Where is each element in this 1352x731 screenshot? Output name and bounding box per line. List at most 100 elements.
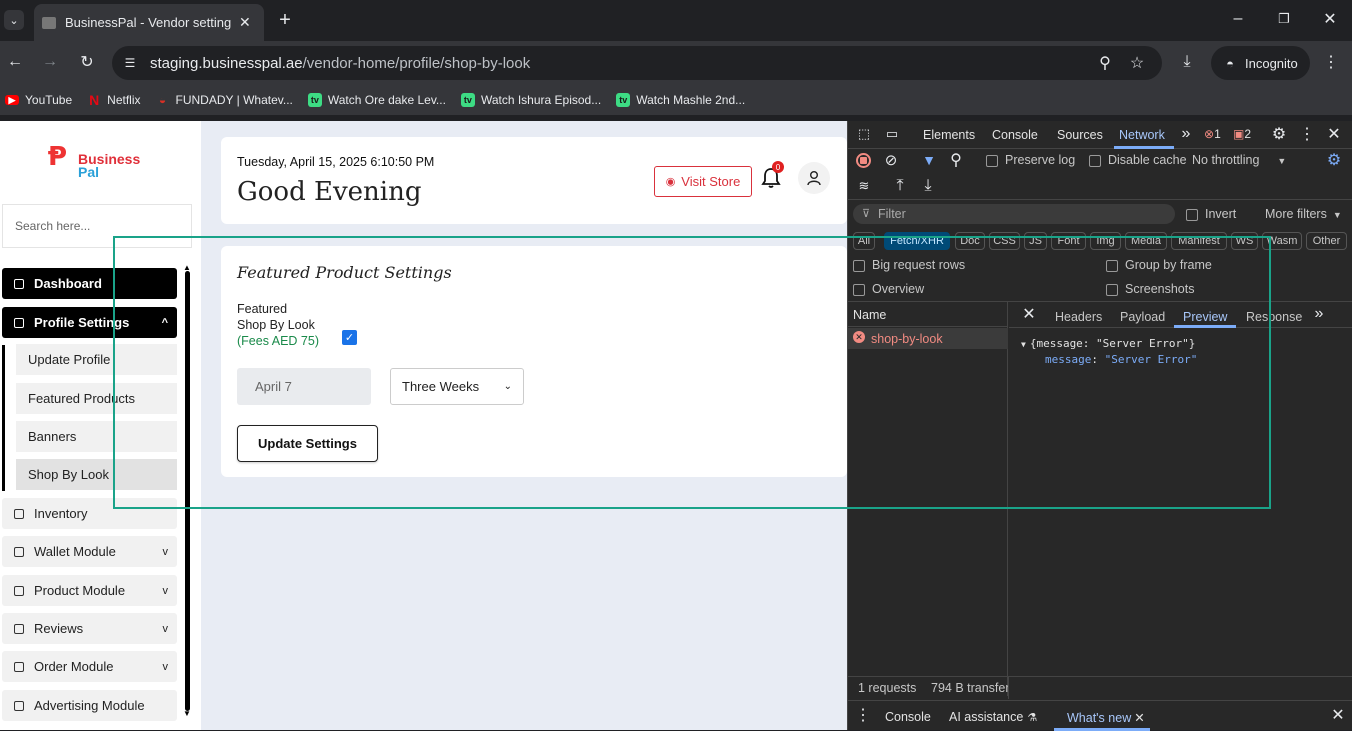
devtools-menu-icon[interactable]: ⋮: [1299, 126, 1315, 143]
close-devtools-icon[interactable]: ✕: [1326, 126, 1342, 143]
sidebar-item-dashboard[interactable]: Dashboard: [2, 268, 177, 299]
type-chip-ws[interactable]: WS: [1231, 232, 1258, 250]
close-drawer-icon[interactable]: ✕: [1330, 707, 1346, 724]
group-by-frame-checkbox[interactable]: Group by frame: [1106, 258, 1212, 272]
incognito-button[interactable]: ◓ Incognito: [1211, 46, 1310, 80]
request-row[interactable]: ✕ shop-by-look: [848, 328, 1008, 349]
network-settings-icon[interactable]: ⚙: [1326, 152, 1342, 169]
import-har-icon[interactable]: ⤒: [892, 177, 908, 194]
type-chip-media[interactable]: Media: [1125, 232, 1167, 250]
drawer-tab-ai-assistance[interactable]: AI assistance ⚗: [949, 710, 1037, 724]
restore-icon[interactable]: ❐: [1275, 10, 1293, 28]
close-detail-icon[interactable]: ✕: [1021, 306, 1037, 323]
throttling-select[interactable]: No throttling ▼: [1192, 153, 1286, 167]
type-chip-all[interactable]: All: [853, 232, 875, 250]
search-icon[interactable]: ⚲: [948, 152, 964, 169]
tab-console[interactable]: Console: [992, 128, 1038, 142]
forward-icon[interactable]: →: [41, 53, 59, 71]
bookmark-item[interactable]: tv Watch Mashle 2nd...: [616, 93, 745, 107]
tab-response[interactable]: Response: [1246, 310, 1302, 324]
tab-headers[interactable]: Headers: [1055, 310, 1102, 324]
sidebar-item-inventory[interactable]: Inventory: [2, 498, 177, 529]
type-chip-js[interactable]: JS: [1024, 232, 1047, 250]
device-toolbar-icon[interactable]: ▭: [884, 126, 900, 142]
visit-store-button[interactable]: ◉ Visit Store: [654, 166, 752, 197]
bookmark-item[interactable]: tv Watch Ore dake Lev...: [307, 93, 446, 107]
sidebar-item-profile-settings[interactable]: Profile Settings ^: [2, 307, 177, 338]
close-window-icon[interactable]: ✕: [1321, 10, 1339, 28]
big-request-rows-checkbox[interactable]: Big request rows: [853, 258, 965, 272]
sidebar-item-wallet-module[interactable]: Wallet Module v: [2, 536, 177, 567]
drawer-tab-console[interactable]: Console: [885, 710, 931, 724]
more-detail-tabs-icon[interactable]: »: [1311, 305, 1327, 322]
tab-close-icon[interactable]: ✕: [239, 14, 251, 31]
bookmark-item[interactable]: ◒ FUNDADY | Whatev...: [156, 93, 293, 107]
filter-funnel-icon[interactable]: ▼: [921, 152, 937, 168]
type-chip-fetch-xhr[interactable]: Fetch/XHR: [884, 232, 950, 250]
issue-counter[interactable]: ▣2: [1233, 127, 1251, 141]
start-date-input[interactable]: April 7: [237, 368, 371, 405]
more-tabs-icon[interactable]: »: [1178, 125, 1194, 142]
scroll-down-icon[interactable]: ▼: [183, 709, 191, 718]
back-icon[interactable]: ←: [6, 53, 24, 71]
type-chip-font[interactable]: Font: [1051, 232, 1086, 250]
update-settings-button[interactable]: Update Settings: [237, 425, 378, 462]
new-tab-icon[interactable]: +: [276, 9, 294, 31]
sidebar-subitem-shop-by-look[interactable]: Shop By Look: [16, 459, 177, 490]
browser-menu-icon[interactable]: ⋮: [1322, 53, 1340, 71]
preserve-log-checkbox[interactable]: Preserve log: [986, 153, 1075, 167]
sidebar-item-product-module[interactable]: Product Module v: [2, 575, 177, 606]
type-chip-other[interactable]: Other: [1306, 232, 1347, 250]
type-chip-doc[interactable]: Doc: [955, 232, 985, 250]
bookmark-item[interactable]: ▶ YouTube: [5, 93, 72, 107]
tab-network[interactable]: Network: [1119, 128, 1165, 142]
sidebar-item-order-module[interactable]: Order Module v: [2, 651, 177, 682]
preview-object[interactable]: ▼ {message: "Server Error"}: [1021, 337, 1195, 350]
tab-elements[interactable]: Elements: [923, 128, 975, 142]
screenshots-checkbox[interactable]: Screenshots: [1106, 282, 1194, 296]
browser-tab[interactable]: BusinessPal - Vendor settings p ✕: [34, 4, 264, 41]
scroll-up-icon[interactable]: ▲: [183, 263, 191, 272]
reload-icon[interactable]: ↻: [78, 53, 96, 71]
record-icon[interactable]: [856, 153, 871, 168]
bookmark-star-icon[interactable]: ☆: [1128, 54, 1146, 72]
sidebar-subitem-update-profile[interactable]: Update Profile: [16, 344, 177, 375]
tab-preview[interactable]: Preview: [1183, 310, 1227, 324]
preview-property[interactable]: message: "Server Error": [1045, 353, 1197, 366]
type-chip-manifest[interactable]: Manifest: [1171, 232, 1227, 250]
sidebar-scrollbar[interactable]: [185, 271, 190, 711]
network-conditions-icon[interactable]: ≋: [856, 178, 872, 194]
tab-search-chevron-icon[interactable]: ⌄: [4, 10, 24, 30]
type-chip-img[interactable]: Img: [1090, 232, 1121, 250]
error-counter[interactable]: ⊗1: [1204, 127, 1221, 141]
clear-icon[interactable]: ⊘: [883, 152, 899, 169]
inspect-element-icon[interactable]: ⬚: [856, 126, 872, 142]
site-info-icon[interactable]: ☰: [122, 55, 138, 71]
drawer-menu-icon[interactable]: ⋮: [855, 707, 871, 724]
download-icon[interactable]: ⤓: [1178, 53, 1196, 71]
sidebar-search-input[interactable]: Search here...: [2, 204, 192, 248]
disable-cache-checkbox[interactable]: Disable cache: [1089, 153, 1187, 167]
tab-payload[interactable]: Payload: [1120, 310, 1165, 324]
user-avatar-icon[interactable]: [798, 162, 830, 194]
type-chip-wasm[interactable]: Wasm: [1262, 232, 1302, 250]
sidebar-subitem-banners[interactable]: Banners: [16, 421, 177, 452]
bookmark-item[interactable]: tv Watch Ishura Episod...: [460, 93, 601, 107]
drawer-tab-whats-new[interactable]: What's new ✕: [1067, 710, 1145, 725]
invert-checkbox[interactable]: Invert: [1186, 207, 1236, 221]
minimize-icon[interactable]: –: [1229, 10, 1247, 28]
export-har-icon[interactable]: ⤓: [920, 177, 936, 194]
overview-checkbox[interactable]: Overview: [853, 282, 924, 296]
duration-select[interactable]: Three Weeks ⌄: [390, 368, 524, 405]
sidebar-subitem-featured-products[interactable]: Featured Products: [16, 383, 177, 414]
more-filters-dropdown[interactable]: More filters ▼: [1265, 207, 1342, 221]
shop-by-look-checkbox[interactable]: ✓: [342, 330, 357, 345]
network-filter-input[interactable]: ⊽ Filter: [853, 204, 1175, 224]
tab-sources[interactable]: Sources: [1057, 128, 1103, 142]
close-tab-icon[interactable]: ✕: [1134, 711, 1144, 725]
zoom-icon[interactable]: ⚲: [1096, 54, 1114, 72]
bookmark-item[interactable]: N Netflix: [87, 92, 140, 108]
name-column-header[interactable]: Name: [848, 302, 1008, 327]
settings-gear-icon[interactable]: ⚙: [1271, 126, 1287, 143]
url-bar[interactable]: ☰ staging.businesspal.ae/vendor-home/pro…: [112, 46, 1162, 80]
